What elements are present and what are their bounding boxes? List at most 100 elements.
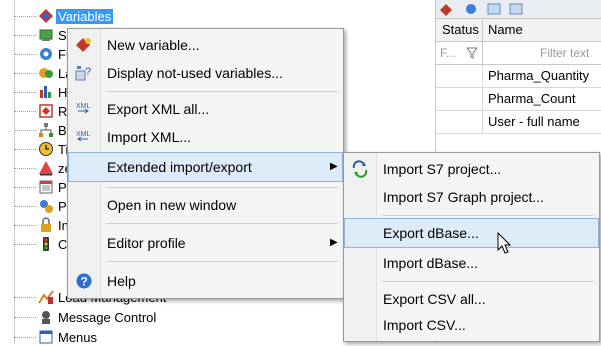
svg-text:XML: XML <box>76 131 91 138</box>
import-xml-icon: XML <box>74 128 94 146</box>
tree-item-functions[interactable]: Fun <box>0 46 80 63</box>
menu-item-new-variable[interactable]: New variable... <box>68 31 343 59</box>
filter-row: F... Filter text <box>436 42 601 65</box>
tree-item-process[interactable]: Pro <box>0 179 78 196</box>
message-control-icon <box>38 309 54 325</box>
tree-connector <box>14 317 36 318</box>
menu-item-label: Import S7 Graph project... <box>383 189 545 205</box>
tree-item-zenon[interactable]: zen <box>0 160 79 177</box>
load-management-icon <box>38 289 54 305</box>
menu-item-label: Import S7 project... <box>383 161 502 177</box>
menu-item-label: Import dBase... <box>383 255 478 271</box>
menu-item-export-xml-all[interactable]: XML Export XML all... <box>68 95 343 123</box>
menu-separator <box>106 187 338 188</box>
grid-toolbar <box>436 0 601 19</box>
name-filter-input[interactable]: Filter text <box>540 46 589 60</box>
tree-item-command[interactable]: Con <box>0 236 82 253</box>
name-cell: Pharma_Count <box>488 91 576 106</box>
table-row[interactable]: User - full name <box>436 111 601 134</box>
menu-item-display-not-used[interactable]: ? Display not-used variables... <box>68 59 343 87</box>
column-header-status[interactable]: Status <box>442 22 479 37</box>
functions-icon <box>38 46 54 62</box>
process-icon <box>38 179 54 195</box>
tree-item-language[interactable]: Lan <box>0 65 80 82</box>
interlocking-icon <box>38 217 54 233</box>
toolbar-table2-icon[interactable] <box>509 3 523 15</box>
menu-item-export-csv-all[interactable]: Export CSV all... <box>344 285 599 313</box>
filter-icon[interactable] <box>466 47 478 59</box>
tree-item-label: Variables <box>56 9 114 24</box>
column-divider <box>482 42 483 64</box>
menu-item-help[interactable]: ? Help <box>68 267 343 295</box>
menu-item-label: Open in new window <box>107 197 237 213</box>
zenon-icon <box>38 160 54 176</box>
tree-item-batch[interactable]: Bat <box>0 122 78 139</box>
tree-item-message-control[interactable]: Message Control <box>0 309 180 326</box>
menu-item-label: Extended import/export <box>107 159 252 175</box>
tree-item-timer[interactable]: Tim <box>0 141 79 158</box>
tree-connector <box>14 54 36 55</box>
mouse-cursor-icon <box>497 232 512 254</box>
toolbar-table-icon[interactable] <box>487 3 501 15</box>
tree-item-label: Message Control <box>58 310 157 325</box>
tree-connector <box>14 149 36 150</box>
tree-connector <box>14 244 36 245</box>
status-cell <box>436 65 483 87</box>
tree-item-interlocking[interactable]: Inte <box>0 217 80 234</box>
svg-text:?: ? <box>81 275 88 289</box>
tree-connector <box>14 225 36 226</box>
table-row[interactable]: Pharma_Count <box>436 88 601 111</box>
project-icon <box>38 198 54 214</box>
menu-item-export-dbase[interactable]: Export dBase... <box>344 218 599 248</box>
tree-connector <box>14 16 36 17</box>
menu-item-label: Export XML all... <box>107 101 210 117</box>
toolbar-variable-icon[interactable] <box>440 4 452 16</box>
tree-connector <box>14 297 36 298</box>
batch-icon <box>38 122 54 138</box>
svg-text:XML: XML <box>76 103 91 110</box>
menu-item-label: Editor profile <box>107 235 186 251</box>
tree-item-historian[interactable]: Hist <box>0 84 80 101</box>
screens-icon <box>38 27 54 43</box>
menu-item-open-new-window[interactable]: Open in new window <box>68 191 343 219</box>
tree-item-recipes[interactable]: Rec <box>0 103 81 120</box>
variables-icon <box>38 8 54 24</box>
grid-header: Status Name <box>436 19 601 42</box>
historian-icon <box>38 84 54 100</box>
menu-separator <box>382 215 594 216</box>
menu-item-import-dbase[interactable]: Import dBase... <box>344 249 599 277</box>
tree-connector <box>14 130 36 131</box>
toolbar-function-icon[interactable] <box>466 4 476 14</box>
column-divider[interactable] <box>482 19 483 41</box>
menu-item-extended-import-export[interactable]: Extended import/export ▶ <box>68 152 343 182</box>
context-menu: New variable... ? Display not-used varia… <box>67 28 344 299</box>
tree-item-project[interactable]: Pro <box>0 198 78 215</box>
status-filter-text[interactable]: F... <box>440 46 456 60</box>
tree-connector <box>14 168 36 169</box>
menu-item-import-s7-project[interactable]: Import S7 project... <box>344 155 599 183</box>
menu-item-import-xml[interactable]: XML Import XML... <box>68 123 343 151</box>
menu-item-import-csv[interactable]: Import CSV... <box>344 311 599 339</box>
menu-separator <box>106 91 338 92</box>
tree-item-variables[interactable]: Variables <box>0 8 114 25</box>
tree-connector <box>14 73 36 74</box>
tree-item-menus[interactable]: Menus <box>0 329 180 346</box>
status-cell <box>436 88 483 110</box>
menu-item-editor-profile[interactable]: Editor profile ▶ <box>68 229 343 257</box>
menu-item-import-s7-graph[interactable]: Import S7 Graph project... <box>344 183 599 211</box>
tree-item-screens[interactable]: Scr <box>0 27 78 44</box>
tree-connector <box>14 337 36 338</box>
table-row[interactable]: Pharma_Quantity <box>436 65 601 88</box>
column-header-name[interactable]: Name <box>488 22 523 37</box>
status-cell <box>436 111 483 133</box>
tree-connector <box>14 187 36 188</box>
import-s7-icon <box>350 160 370 178</box>
menu-separator <box>382 281 594 282</box>
submenu-arrow-icon: ▶ <box>330 237 338 248</box>
timer-icon <box>38 141 54 157</box>
tree-connector <box>14 92 36 93</box>
tree-connector <box>14 111 36 112</box>
name-cell: Pharma_Quantity <box>488 68 590 83</box>
menu-item-label: New variable... <box>107 37 200 53</box>
help-icon: ? <box>74 272 94 290</box>
